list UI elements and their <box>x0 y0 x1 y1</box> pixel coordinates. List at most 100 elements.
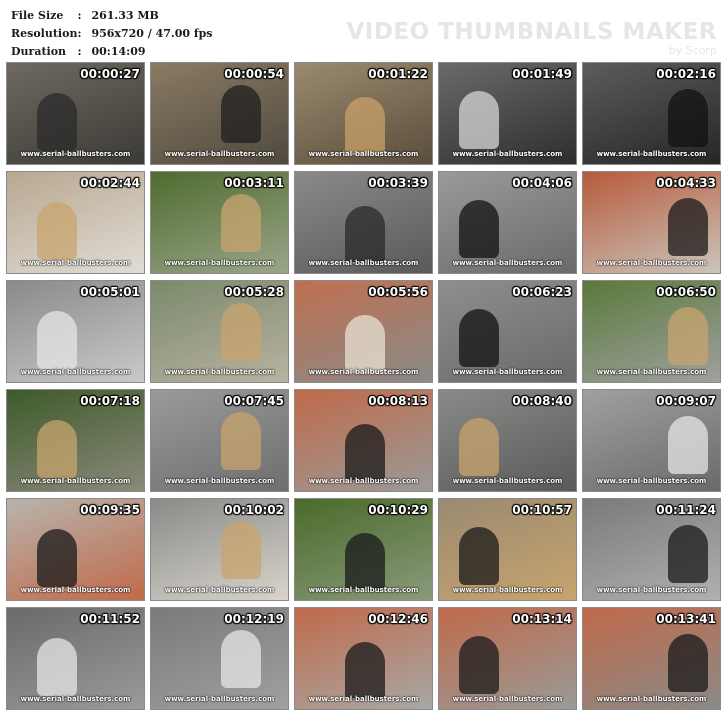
video-thumbnail[interactable]: 00:05:56 www.serial-ballbusters.com <box>294 280 433 383</box>
thumbnail-timecode: 00:07:45 <box>224 394 284 408</box>
brand-subtitle: by Scorp <box>668 44 717 57</box>
thumbnail-timecode: 00:06:50 <box>656 285 716 299</box>
thumbnail-watermark: www.serial-ballbusters.com <box>596 586 707 594</box>
thumbnail-watermark: www.serial-ballbusters.com <box>452 477 563 485</box>
thumbnail-watermark: www.serial-ballbusters.com <box>308 586 419 594</box>
thumbnail-timecode: 00:10:57 <box>512 503 572 517</box>
thumbnail-watermark: www.serial-ballbusters.com <box>20 477 131 485</box>
video-thumbnail[interactable]: 00:11:52 www.serial-ballbusters.com <box>6 607 145 710</box>
thumbnail-watermark: www.serial-ballbusters.com <box>452 368 563 376</box>
video-thumbnail[interactable]: 00:10:29 www.serial-ballbusters.com <box>294 498 433 601</box>
video-thumbnail[interactable]: 00:13:14 www.serial-ballbusters.com <box>438 607 577 710</box>
video-thumbnail[interactable]: 00:02:16 www.serial-ballbusters.com <box>582 62 721 165</box>
video-thumbnail[interactable]: 00:05:28 www.serial-ballbusters.com <box>150 280 289 383</box>
thumbnail-timecode: 00:12:46 <box>368 612 428 626</box>
thumbnail-subject-shape <box>345 206 385 264</box>
video-thumbnail[interactable]: 00:03:39 www.serial-ballbusters.com <box>294 171 433 274</box>
thumbnail-timecode: 00:04:06 <box>512 176 572 190</box>
thumbnail-timecode: 00:13:14 <box>512 612 572 626</box>
brand-title: VIDEO THUMBNAILS MAKER <box>346 19 717 45</box>
thumbnail-watermark: www.serial-ballbusters.com <box>308 695 419 703</box>
thumbnail-timecode: 00:11:24 <box>656 503 716 517</box>
thumbnail-watermark: www.serial-ballbusters.com <box>20 259 131 267</box>
thumbnail-subject-shape <box>221 521 261 579</box>
video-thumbnail[interactable]: 00:09:35 www.serial-ballbusters.com <box>6 498 145 601</box>
thumbnail-timecode: 00:06:23 <box>512 285 572 299</box>
thumbnail-timecode: 00:00:27 <box>80 67 140 81</box>
video-thumbnail[interactable]: 00:02:44 www.serial-ballbusters.com <box>6 171 145 274</box>
thumbnail-watermark: www.serial-ballbusters.com <box>20 368 131 376</box>
thumbnail-subject-shape <box>668 416 708 474</box>
thumbnail-timecode: 00:03:11 <box>224 176 284 190</box>
thumbnail-timecode: 00:08:40 <box>512 394 572 408</box>
thumbnail-subject-shape <box>459 91 499 149</box>
thumbnail-watermark: www.serial-ballbusters.com <box>308 368 419 376</box>
thumbnail-subject-shape <box>459 527 499 585</box>
file-size-colon: : <box>77 8 82 22</box>
video-thumbnail[interactable]: 00:00:54 www.serial-ballbusters.com <box>150 62 289 165</box>
thumbnail-watermark: www.serial-ballbusters.com <box>164 695 275 703</box>
video-thumbnail[interactable]: 00:09:07 www.serial-ballbusters.com <box>582 389 721 492</box>
thumbnail-watermark: www.serial-ballbusters.com <box>596 150 707 158</box>
duration-row: Duration : 00:14:09 <box>11 42 213 60</box>
duration-value: 00:14:09 <box>91 44 146 58</box>
video-thumbnail[interactable]: 00:06:50 www.serial-ballbusters.com <box>582 280 721 383</box>
duration-label: Duration <box>11 44 67 58</box>
thumbnail-subject-shape <box>37 93 77 151</box>
thumbnail-timecode: 00:05:56 <box>368 285 428 299</box>
thumbnail-subject-shape <box>459 309 499 367</box>
thumbnail-watermark: www.serial-ballbusters.com <box>308 477 419 485</box>
video-thumbnail[interactable]: 00:00:27 www.serial-ballbusters.com <box>6 62 145 165</box>
video-thumbnail[interactable]: 00:06:23 www.serial-ballbusters.com <box>438 280 577 383</box>
thumbnail-timecode: 00:02:44 <box>80 176 140 190</box>
thumbnail-timecode: 00:08:13 <box>368 394 428 408</box>
thumbnail-timecode: 00:02:16 <box>656 67 716 81</box>
video-thumbnail[interactable]: 00:08:13 www.serial-ballbusters.com <box>294 389 433 492</box>
thumbnail-watermark: www.serial-ballbusters.com <box>308 259 419 267</box>
video-thumbnail[interactable]: 00:12:46 www.serial-ballbusters.com <box>294 607 433 710</box>
thumbnail-watermark: www.serial-ballbusters.com <box>596 259 707 267</box>
thumbnail-subject-shape <box>668 307 708 365</box>
thumbnail-subject-shape <box>459 636 499 694</box>
video-thumbnail[interactable]: 00:12:19 www.serial-ballbusters.com <box>150 607 289 710</box>
video-thumbnail[interactable]: 00:13:41 www.serial-ballbusters.com <box>582 607 721 710</box>
video-thumbnail[interactable]: 00:07:18 www.serial-ballbusters.com <box>6 389 145 492</box>
thumbnail-subject-shape <box>37 529 77 587</box>
thumbnail-timecode: 00:04:33 <box>656 176 716 190</box>
thumbnail-subject-shape <box>459 418 499 476</box>
thumbnail-timecode: 00:05:01 <box>80 285 140 299</box>
video-thumbnail[interactable]: 00:08:40 www.serial-ballbusters.com <box>438 389 577 492</box>
video-thumbnail[interactable]: 00:10:02 www.serial-ballbusters.com <box>150 498 289 601</box>
file-size-row: File Size : 261.33 MB <box>11 6 213 24</box>
thumbnail-timecode: 00:05:28 <box>224 285 284 299</box>
thumbnail-subject-shape <box>221 412 261 470</box>
thumbnail-watermark: www.serial-ballbusters.com <box>164 368 275 376</box>
video-thumbnail[interactable]: 00:01:22 www.serial-ballbusters.com <box>294 62 433 165</box>
thumbnail-watermark: www.serial-ballbusters.com <box>20 150 131 158</box>
thumbnail-watermark: www.serial-ballbusters.com <box>596 695 707 703</box>
thumbnail-timecode: 00:12:19 <box>224 612 284 626</box>
info-header: File Size : 261.33 MB Resolution : 956x7… <box>0 0 727 62</box>
thumbnail-timecode: 00:01:22 <box>368 67 428 81</box>
thumbnail-timecode: 00:03:39 <box>368 176 428 190</box>
thumbnail-subject-shape <box>221 85 261 143</box>
thumbnail-watermark: www.serial-ballbusters.com <box>596 477 707 485</box>
thumbnail-watermark: www.serial-ballbusters.com <box>308 150 419 158</box>
thumbnail-timecode: 00:13:41 <box>656 612 716 626</box>
video-thumbnail[interactable]: 00:03:11 www.serial-ballbusters.com <box>150 171 289 274</box>
resolution-colon: : <box>77 26 82 40</box>
video-thumbnail[interactable]: 00:05:01 www.serial-ballbusters.com <box>6 280 145 383</box>
thumbnail-timecode: 00:01:49 <box>512 67 572 81</box>
video-thumbnail[interactable]: 00:01:49 www.serial-ballbusters.com <box>438 62 577 165</box>
thumbnail-timecode: 00:00:54 <box>224 67 284 81</box>
thumbnail-timecode: 00:07:18 <box>80 394 140 408</box>
video-thumbnail[interactable]: 00:10:57 www.serial-ballbusters.com <box>438 498 577 601</box>
thumbnail-watermark: www.serial-ballbusters.com <box>452 150 563 158</box>
thumbnail-watermark: www.serial-ballbusters.com <box>452 586 563 594</box>
video-thumbnail[interactable]: 00:04:33 www.serial-ballbusters.com <box>582 171 721 274</box>
video-thumbnail[interactable]: 00:07:45 www.serial-ballbusters.com <box>150 389 289 492</box>
thumbnail-watermark: www.serial-ballbusters.com <box>164 586 275 594</box>
thumbnail-watermark: www.serial-ballbusters.com <box>20 695 131 703</box>
video-thumbnail[interactable]: 00:04:06 www.serial-ballbusters.com <box>438 171 577 274</box>
video-thumbnail[interactable]: 00:11:24 www.serial-ballbusters.com <box>582 498 721 601</box>
